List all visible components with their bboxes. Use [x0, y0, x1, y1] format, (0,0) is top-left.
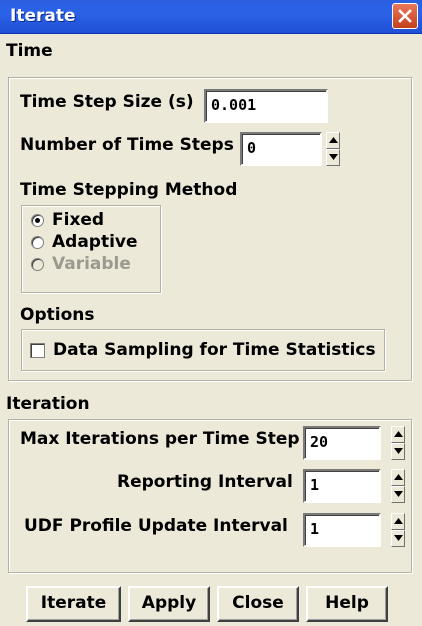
time-section-label: Time: [6, 41, 53, 61]
time-step-size-input[interactable]: 0.001: [204, 89, 328, 123]
iteration-section-label: Iteration: [6, 394, 90, 414]
data-sampling-label[interactable]: Data Sampling for Time Statistics: [53, 340, 376, 360]
data-sampling-checkbox[interactable]: [30, 343, 45, 358]
time-stepping-method-label: Time Stepping Method: [20, 180, 238, 200]
close-button[interactable]: [392, 3, 418, 29]
number-of-time-steps-label: Number of Time Steps: [20, 135, 234, 155]
close-dialog-button[interactable]: Close: [217, 586, 299, 622]
apply-button[interactable]: Apply: [128, 586, 210, 622]
time-step-size-label: Time Step Size (s): [20, 92, 194, 112]
stepper-down-button[interactable]: [326, 149, 340, 166]
udf-interval-stepper[interactable]: [391, 513, 405, 547]
stepper-down-button[interactable]: [391, 443, 405, 460]
variable-radio: [31, 258, 44, 271]
reporting-interval-stepper[interactable]: [391, 469, 405, 503]
udf-interval-label: UDF Profile Update Interval: [24, 516, 288, 536]
stepper-down-button[interactable]: [391, 530, 405, 547]
fixed-radio-label[interactable]: Fixed: [52, 210, 104, 230]
adaptive-radio-label[interactable]: Adaptive: [52, 232, 138, 252]
stepper-down-button[interactable]: [391, 486, 405, 503]
number-of-time-steps-stepper[interactable]: [326, 132, 340, 166]
window-title: Iterate: [10, 6, 76, 26]
udf-interval-input[interactable]: 1: [303, 513, 381, 547]
max-iterations-label: Max Iterations per Time Step: [20, 429, 300, 449]
stepper-up-button[interactable]: [391, 469, 405, 486]
options-label: Options: [20, 305, 95, 325]
number-of-time-steps-input[interactable]: 0: [240, 132, 322, 166]
max-iterations-stepper[interactable]: [391, 426, 405, 460]
title-bar[interactable]: Iterate: [0, 0, 422, 34]
stepper-up-button[interactable]: [391, 426, 405, 443]
reporting-interval-input[interactable]: 1: [303, 469, 381, 503]
max-iterations-input[interactable]: 20: [303, 426, 381, 460]
help-button[interactable]: Help: [306, 586, 388, 622]
variable-radio-label: Variable: [52, 254, 131, 274]
stepper-up-button[interactable]: [326, 132, 340, 149]
fixed-radio[interactable]: [31, 214, 44, 227]
adaptive-radio[interactable]: [31, 236, 44, 249]
stepper-up-button[interactable]: [391, 513, 405, 530]
iterate-button[interactable]: Iterate: [26, 586, 121, 622]
reporting-interval-label: Reporting Interval: [117, 472, 293, 492]
